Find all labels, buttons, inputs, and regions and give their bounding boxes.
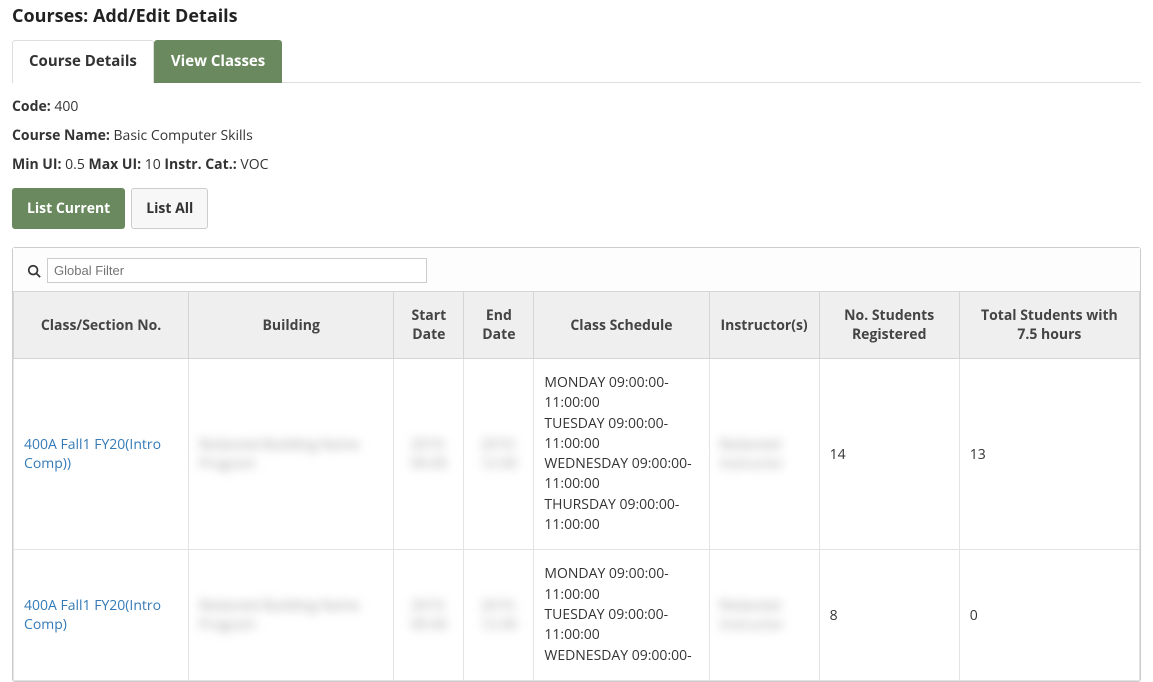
list-subtabs: List Current List All [12, 188, 1141, 229]
col-header-hours[interactable]: Total Students with 7.5 hours [959, 292, 1139, 359]
global-filter-input[interactable] [47, 258, 427, 283]
course-name-label: Course Name: [12, 126, 110, 145]
code-value: 400 [54, 97, 78, 116]
end-date-value: 2019-12-00 [481, 596, 518, 634]
maxui-value: 10 [145, 155, 161, 174]
building-value: Redacted Building Name Program [199, 596, 359, 634]
code-label: Code: [12, 97, 51, 116]
col-header-building[interactable]: Building [189, 292, 394, 359]
filter-bar [13, 248, 1140, 291]
col-header-class-schedule[interactable]: Class Schedule [534, 292, 709, 359]
instructor-value: Redacted Instructor [720, 596, 784, 634]
start-date-value: 2019-09-00 [411, 596, 448, 634]
search-icon [27, 264, 41, 278]
registered-value: 14 [819, 359, 959, 550]
instrcat-label: Instr. Cat.: [164, 155, 236, 174]
course-name-line: Course Name: Basic Computer Skills [12, 126, 1141, 145]
table-row: 400A Fall1 FY20(Intro Comp)) Redacted Bui… [14, 359, 1140, 550]
page-title: Courses: Add/Edit Details [12, 4, 1141, 28]
instrcat-value: VOC [240, 155, 268, 174]
col-header-start-date[interactable]: Start Date [394, 292, 464, 359]
class-section-link[interactable]: 400A Fall1 FY20(Intro Comp)) [24, 435, 161, 473]
table-header-row: Class/Section No. Building Start Date En… [14, 292, 1140, 359]
subtab-list-all[interactable]: List All [131, 188, 208, 229]
col-header-registered[interactable]: No. Students Registered [819, 292, 959, 359]
maxui-label: Max UI: [89, 155, 142, 174]
col-header-class-section[interactable]: Class/Section No. [14, 292, 189, 359]
table-row: 400A Fall1 FY20(Intro Comp) Redacted Buil… [14, 550, 1140, 680]
subtab-list-current[interactable]: List Current [12, 188, 125, 229]
hours-value: 0 [959, 550, 1139, 680]
col-header-instructors[interactable]: Instructor(s) [709, 292, 819, 359]
col-header-end-date[interactable]: End Date [464, 292, 534, 359]
classes-panel: Class/Section No. Building Start Date En… [12, 247, 1141, 682]
course-meta-line: Min UI: 0.5 Max UI: 10 Instr. Cat.: VOC [12, 155, 1141, 174]
primary-tabs: Course Details View Classes [12, 40, 1141, 83]
minui-label: Min UI: [12, 155, 62, 174]
schedule-cell: MONDAY 09:00:00-11:00:00TUESDAY 09:00:00… [534, 359, 709, 550]
registered-value: 8 [819, 550, 959, 680]
instructor-value: Redacted Instructor [720, 435, 784, 473]
classes-table: Class/Section No. Building Start Date En… [13, 291, 1140, 681]
minui-value: 0.5 [65, 155, 85, 174]
schedule-cell: MONDAY 09:00:00-11:00:00TUESDAY 09:00:00… [534, 550, 709, 680]
start-date-value: 2019-09-00 [411, 435, 448, 473]
tab-course-details[interactable]: Course Details [12, 40, 154, 83]
hours-value: 13 [959, 359, 1139, 550]
building-value: Redacted Building Name Program [199, 435, 359, 473]
course-code-line: Code: 400 [12, 97, 1141, 116]
tab-view-classes[interactable]: View Classes [154, 40, 282, 83]
class-section-link[interactable]: 400A Fall1 FY20(Intro Comp) [24, 596, 161, 634]
end-date-value: 2019-12-00 [481, 435, 518, 473]
course-name-value: Basic Computer Skills [114, 126, 253, 145]
